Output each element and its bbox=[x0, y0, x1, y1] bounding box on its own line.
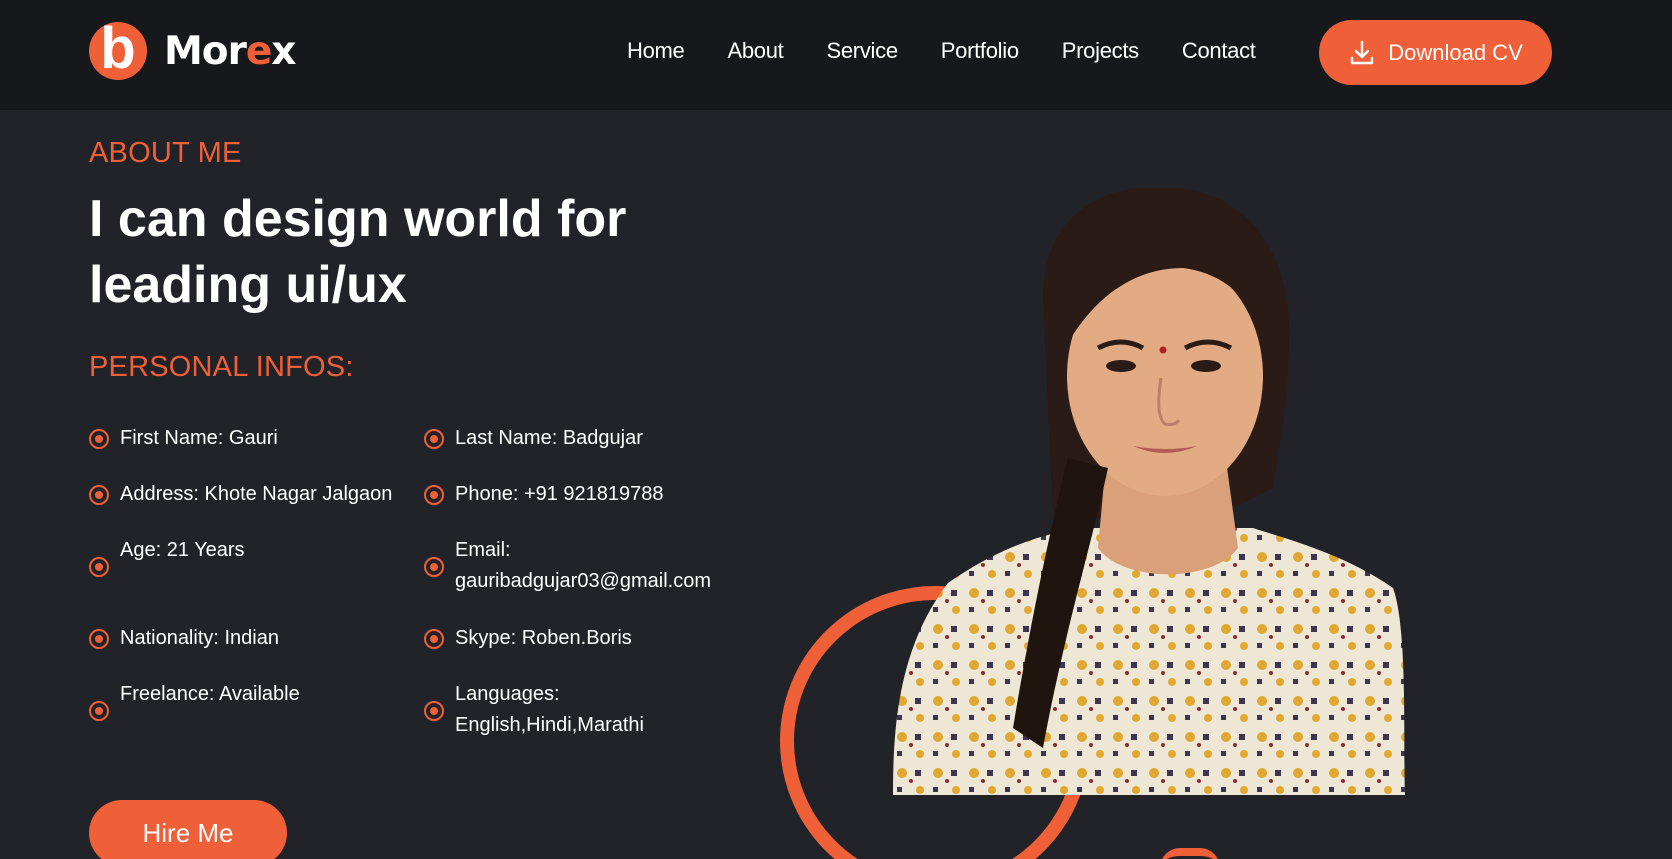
info-freelance: Freelance: Available bbox=[89, 679, 300, 721]
download-icon bbox=[1351, 40, 1374, 64]
logo-letter: b bbox=[100, 22, 136, 80]
info-first-name: First Name: Gauri bbox=[89, 423, 278, 454]
decorative-shape bbox=[1160, 848, 1220, 859]
bullet-icon bbox=[424, 557, 444, 577]
info-nationality: Nationality: Indian bbox=[89, 623, 279, 654]
personal-info-heading: PERSONAL INFOS: bbox=[89, 351, 354, 383]
nav-about[interactable]: About bbox=[728, 38, 784, 64]
profile-photo bbox=[893, 188, 1405, 795]
bullet-icon bbox=[89, 629, 109, 649]
bullet-icon bbox=[89, 485, 109, 505]
bullet-icon bbox=[424, 629, 444, 649]
bullet-icon bbox=[89, 557, 109, 577]
page-headline: I can design world for leading ui/ux bbox=[89, 190, 627, 314]
email-link[interactable]: gauribadgujar03@gmail.com bbox=[455, 570, 711, 592]
nav-portfolio[interactable]: Portfolio bbox=[941, 38, 1019, 64]
bullet-icon bbox=[424, 701, 444, 721]
brand-name: Morex bbox=[164, 28, 296, 74]
info-phone: Phone: +91 921819788 bbox=[424, 479, 664, 510]
bullet-icon bbox=[89, 701, 109, 721]
site-header: b Morex Home About Service Portfolio Pro… bbox=[0, 0, 1672, 110]
nav-contact[interactable]: Contact bbox=[1182, 38, 1256, 64]
bullet-icon bbox=[89, 429, 109, 449]
download-cv-button[interactable]: Download CV bbox=[1319, 20, 1552, 85]
nav-home[interactable]: Home bbox=[627, 38, 685, 64]
section-label-about: ABOUT ME bbox=[89, 137, 242, 169]
nav-projects[interactable]: Projects bbox=[1062, 38, 1139, 64]
download-cv-label: Download CV bbox=[1388, 39, 1523, 65]
info-languages: Languages: English,Hindi,Marathi bbox=[424, 679, 644, 741]
nav-service[interactable]: Service bbox=[827, 38, 899, 64]
main-nav: Home About Service Portfolio Projects Co… bbox=[627, 38, 1299, 64]
bullet-icon bbox=[424, 429, 444, 449]
logo-mark-icon: b bbox=[89, 22, 147, 80]
info-address: Address: Khote Nagar Jalgaon bbox=[89, 479, 392, 510]
bullet-icon bbox=[424, 485, 444, 505]
info-age: Age: 21 Years bbox=[89, 535, 245, 577]
hire-me-button[interactable]: Hire Me bbox=[89, 800, 287, 859]
info-email: Email: gauribadgujar03@gmail.com bbox=[424, 535, 711, 597]
info-skype: Skype: Roben.Boris bbox=[424, 623, 632, 654]
brand-logo[interactable]: b Morex bbox=[89, 22, 296, 80]
info-last-name: Last Name: Badgujar bbox=[424, 423, 643, 454]
